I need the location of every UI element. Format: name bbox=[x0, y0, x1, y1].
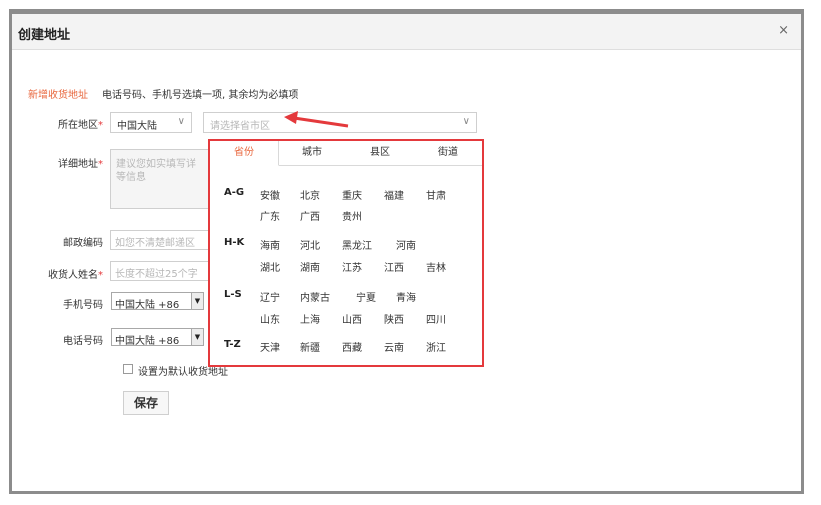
close-icon[interactable]: × bbox=[778, 23, 789, 38]
save-button[interactable]: 保存 bbox=[123, 391, 169, 415]
province-item[interactable]: 安徽 bbox=[260, 187, 280, 202]
province-item[interactable]: 贵州 bbox=[342, 208, 362, 223]
province-item[interactable]: 江西 bbox=[384, 259, 404, 274]
province-item[interactable]: 云南 bbox=[384, 339, 404, 354]
default-address-checkbox[interactable] bbox=[123, 364, 133, 374]
tab-district[interactable]: 县区 bbox=[346, 141, 414, 165]
region-select-placeholder: 请选择省市区 bbox=[210, 121, 270, 132]
name-input[interactable]: 长度不超过25个字 bbox=[110, 261, 210, 281]
detail-textarea[interactable]: 建议您如实填写详 等信息 bbox=[110, 149, 210, 209]
dropdown-arrow-icon: ▼ bbox=[191, 293, 203, 309]
dialog-titlebar: 创建地址 × bbox=[12, 14, 801, 50]
province-item[interactable]: 四川 bbox=[426, 311, 446, 326]
mobile-code-value: 中国大陆 +86 bbox=[115, 300, 180, 311]
province-item[interactable]: 吉林 bbox=[426, 259, 446, 274]
group-label-a-g: A-G bbox=[224, 187, 245, 198]
province-item[interactable]: 上海 bbox=[300, 311, 320, 326]
province-item[interactable]: 湖南 bbox=[300, 259, 320, 274]
province-item[interactable]: 浙江 bbox=[426, 339, 446, 354]
phone-label: 电话号码 bbox=[63, 336, 103, 347]
province-item[interactable]: 辽宁 bbox=[260, 289, 280, 304]
group-label-t-z: T-Z bbox=[224, 339, 241, 350]
province-item[interactable]: 青海 bbox=[396, 289, 416, 304]
group-label-h-k: H-K bbox=[224, 237, 245, 248]
country-select-value: 中国大陆 bbox=[117, 121, 157, 132]
name-label: 收货人姓名* bbox=[48, 270, 103, 281]
province-item[interactable]: 黑龙江 bbox=[342, 237, 372, 252]
province-item[interactable]: 重庆 bbox=[342, 187, 362, 202]
province-item[interactable]: 河北 bbox=[300, 237, 320, 252]
region-label: 所在地区* bbox=[58, 120, 103, 131]
postcode-input[interactable]: 如您不清楚邮递区 bbox=[110, 230, 210, 250]
province-item[interactable]: 新疆 bbox=[300, 339, 320, 354]
create-address-dialog: 创建地址 × 新增收货地址 电话号码、手机号选填一项, 其余均为必填项 所在地区… bbox=[12, 14, 801, 491]
name-placeholder: 长度不超过25个字 bbox=[115, 269, 198, 280]
province-item[interactable]: 湖北 bbox=[260, 259, 280, 274]
province-item[interactable]: 宁夏 bbox=[356, 289, 376, 304]
mobile-label: 手机号码 bbox=[63, 300, 103, 311]
detail-label: 详细地址* bbox=[58, 159, 103, 170]
province-item[interactable]: 天津 bbox=[260, 339, 280, 354]
new-address-title: 新增收货地址 bbox=[28, 90, 88, 101]
phone-code-select[interactable]: 中国大陆 +86 ▼ bbox=[111, 328, 204, 347]
province-item[interactable]: 西藏 bbox=[342, 339, 362, 354]
country-select[interactable]: 中国大陆 ∨ bbox=[110, 112, 192, 133]
province-item[interactable]: 江苏 bbox=[342, 259, 362, 274]
group-label-l-s: L-S bbox=[224, 289, 242, 300]
form-hint: 电话号码、手机号选填一项, 其余均为必填项 bbox=[102, 90, 299, 101]
chevron-down-icon: ∨ bbox=[177, 116, 185, 127]
chevron-down-icon: ∨ bbox=[462, 116, 470, 127]
region-picker-popup: 省份 城市 县区 街道 A-G 安徽 北京 重庆 福建 甘肃 广东 广西 贵州 … bbox=[208, 139, 484, 367]
province-item[interactable]: 山东 bbox=[260, 311, 280, 326]
tab-street[interactable]: 街道 bbox=[414, 141, 482, 165]
province-item[interactable]: 陕西 bbox=[384, 311, 404, 326]
province-item[interactable]: 海南 bbox=[260, 237, 280, 252]
province-item[interactable]: 北京 bbox=[300, 187, 320, 202]
province-item[interactable]: 广西 bbox=[300, 208, 320, 223]
postcode-placeholder: 如您不清楚邮递区 bbox=[115, 238, 195, 249]
pointer-arrow-icon bbox=[284, 111, 349, 128]
detail-placeholder-line2: 等信息 bbox=[116, 172, 146, 183]
region-picker-tabs: 省份 城市 县区 街道 bbox=[210, 141, 482, 166]
postcode-label: 邮政编码 bbox=[63, 238, 103, 249]
province-item[interactable]: 河南 bbox=[396, 237, 416, 252]
tab-province[interactable]: 省份 bbox=[210, 141, 279, 166]
province-item[interactable]: 甘肃 bbox=[426, 187, 446, 202]
tab-city[interactable]: 城市 bbox=[278, 141, 346, 165]
phone-code-value: 中国大陆 +86 bbox=[115, 336, 180, 347]
dialog-title: 创建地址 bbox=[18, 28, 71, 43]
province-item[interactable]: 山西 bbox=[342, 311, 362, 326]
province-item[interactable]: 内蒙古 bbox=[300, 289, 330, 304]
mobile-code-select[interactable]: 中国大陆 +86 ▼ bbox=[111, 292, 204, 311]
province-item[interactable]: 广东 bbox=[260, 208, 280, 223]
province-item[interactable]: 福建 bbox=[384, 187, 404, 202]
dropdown-arrow-icon: ▼ bbox=[191, 329, 203, 345]
